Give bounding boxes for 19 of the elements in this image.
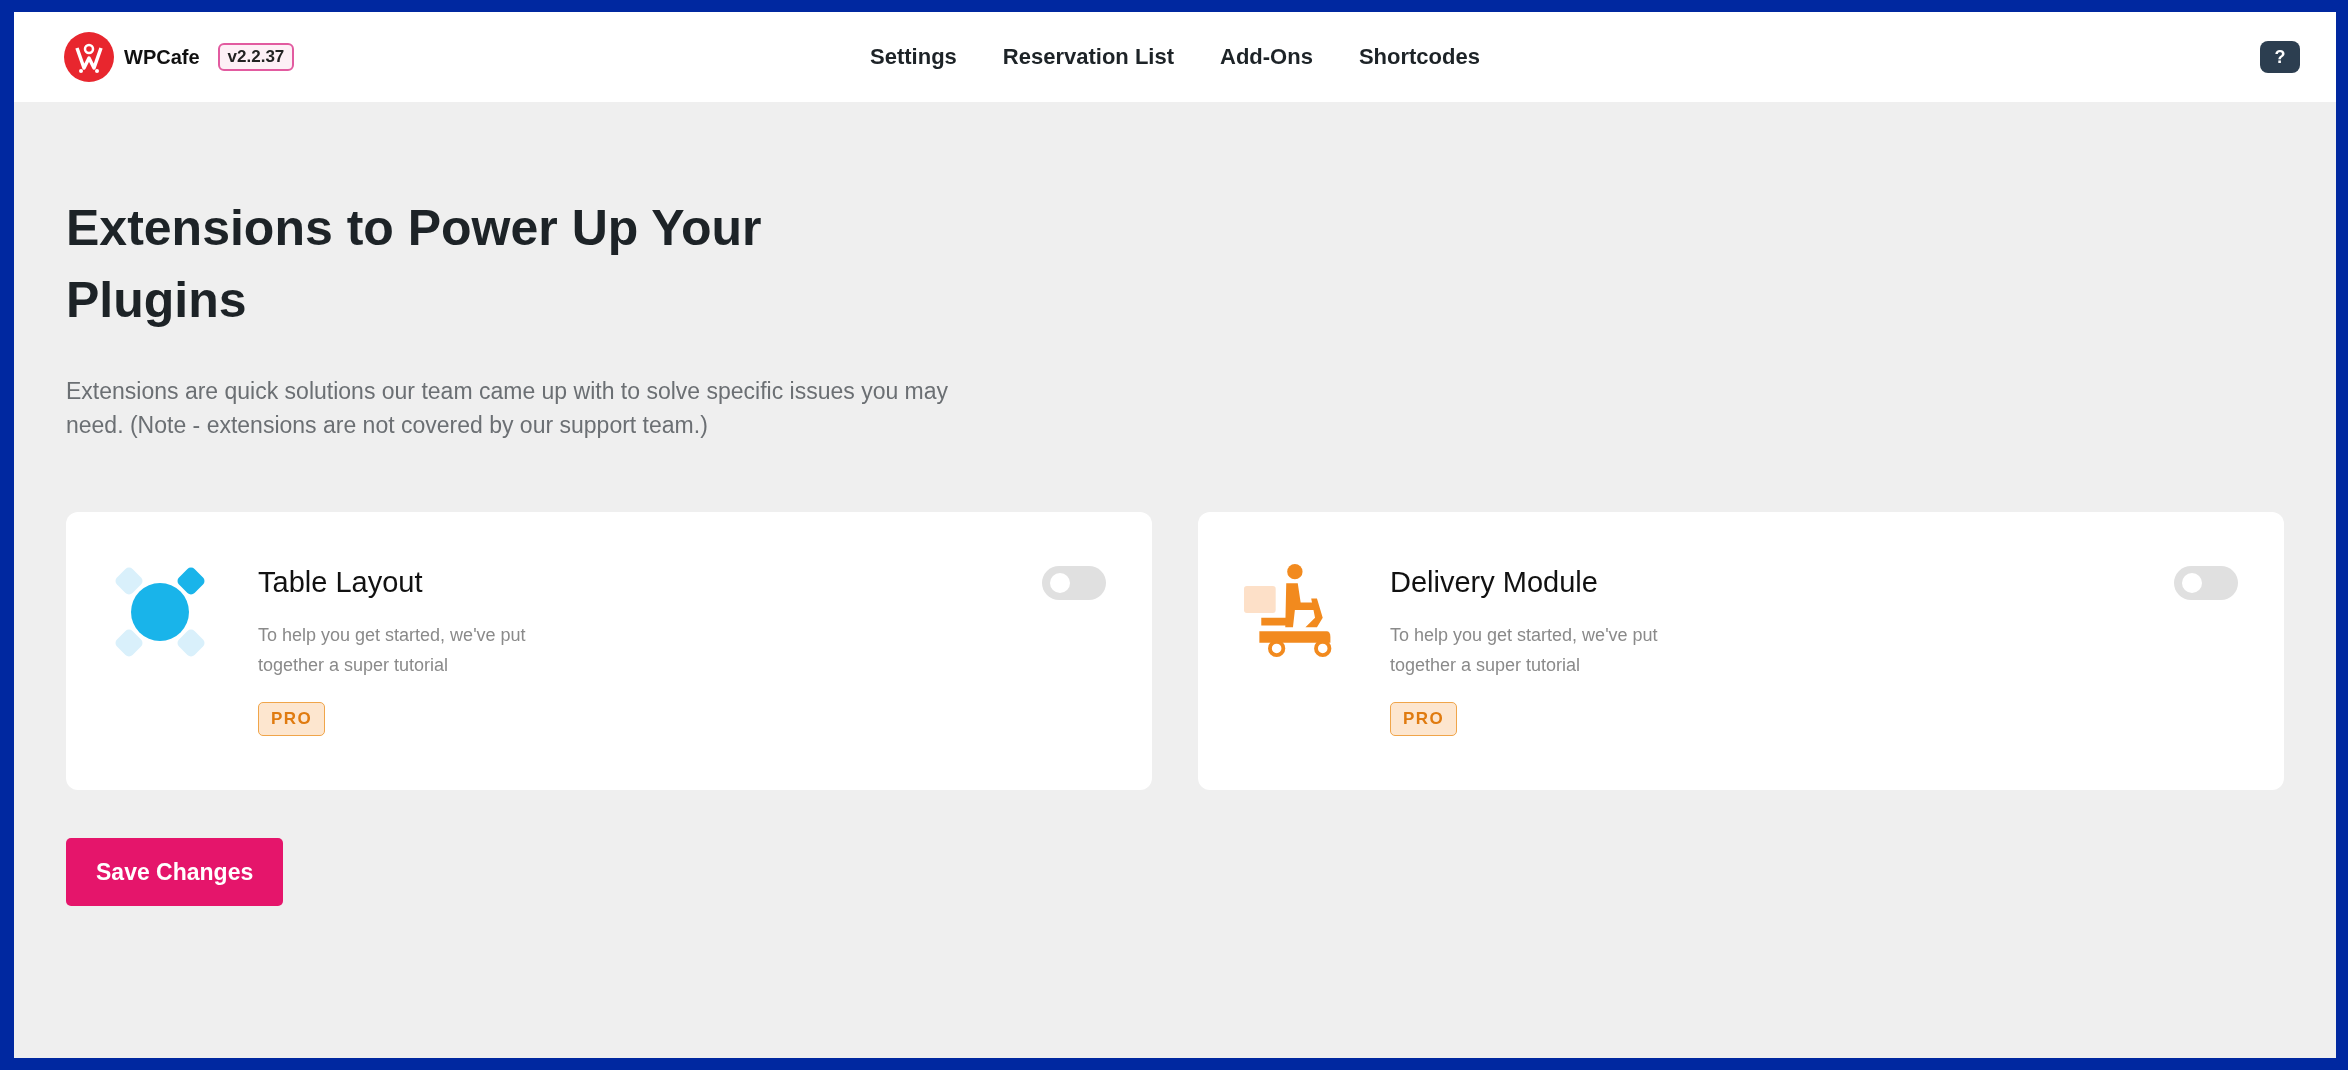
- logo-text: WPCafe: [124, 45, 200, 69]
- save-button[interactable]: Save Changes: [66, 838, 284, 906]
- page-description: Extensions are quick solutions our team came up with to solve specific issues you may need. (Note - extensions are not covered by our support team.): [66, 377, 950, 440]
- nav-link[interactable]: Shortcodes: [1358, 44, 1480, 70]
- pro-badge: PRO: [258, 702, 326, 736]
- logo-icon: [64, 32, 114, 82]
- help-button[interactable]: ?: [2260, 41, 2300, 73]
- toggle-switch[interactable]: [2174, 566, 2238, 600]
- extension-description: To help you get started, we've put together a super tutorial: [258, 624, 527, 677]
- version-badge: v2.2.37: [217, 43, 295, 71]
- toggle-switch[interactable]: [1042, 566, 1106, 600]
- extension-description: To help you get started, we've put together a super tutorial: [1390, 624, 1659, 677]
- nav-link[interactable]: Reservation List: [1002, 44, 1174, 70]
- nav-link[interactable]: Add-Ons: [1220, 44, 1313, 70]
- extension-title: Table Layout: [258, 565, 423, 600]
- nav-link[interactable]: Settings: [870, 44, 957, 70]
- pro-badge: PRO: [1390, 702, 1458, 736]
- extension-title: Delivery Module: [1390, 565, 1598, 600]
- page-title: Extensions to Power Up Your Plugins: [66, 199, 763, 330]
